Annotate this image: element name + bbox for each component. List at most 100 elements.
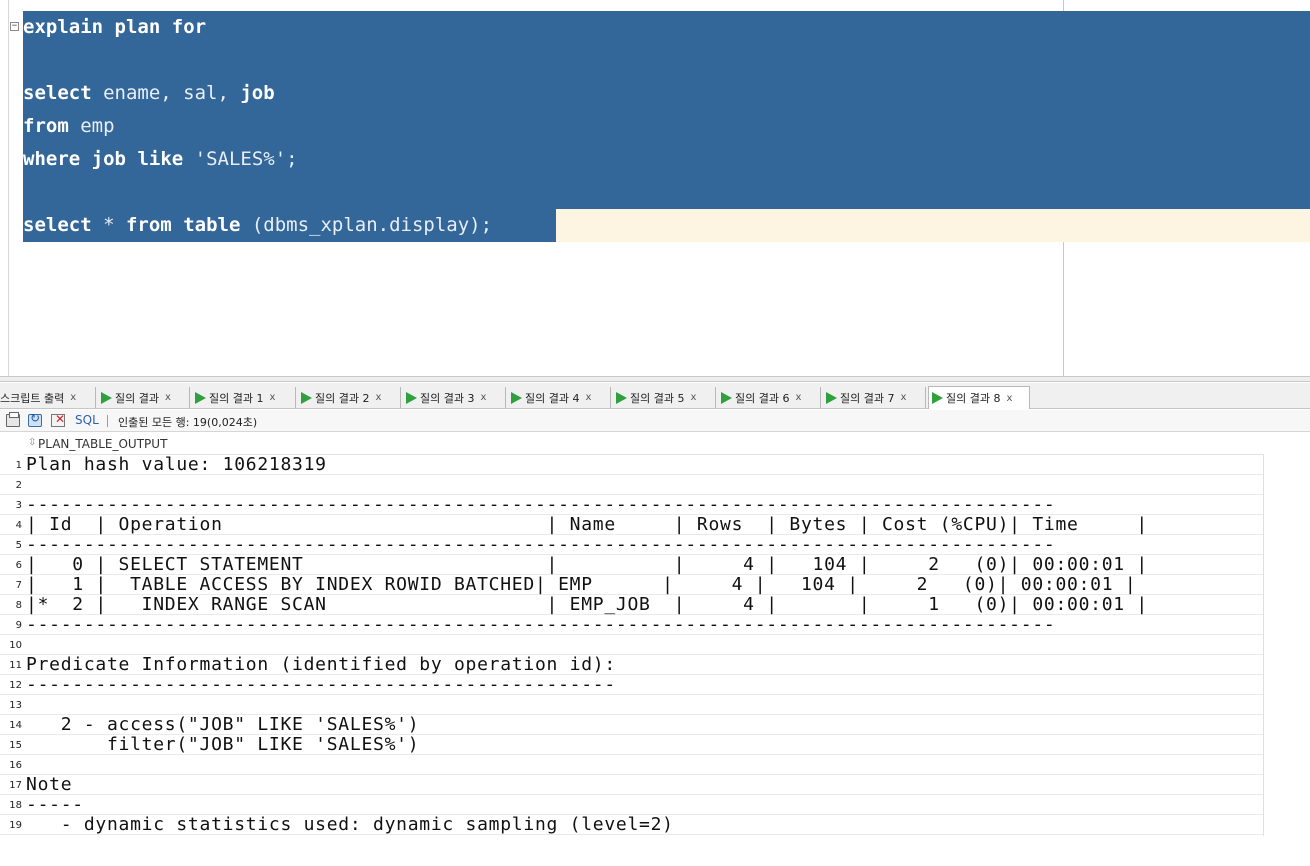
row-number: 8 xyxy=(15,600,22,611)
code-line[interactable]: from emp xyxy=(23,110,115,143)
table-row[interactable]: 14 2 - access("JOB" LIKE 'SALES%') xyxy=(0,715,1264,735)
plan-output-cell[interactable]: Plan hash value: 106218319 xyxy=(26,455,327,475)
run-result-icon xyxy=(301,391,312,404)
print-icon[interactable] xyxy=(6,412,20,427)
row-number: 17 xyxy=(9,780,22,791)
close-tab-icon[interactable]: x xyxy=(900,392,906,403)
close-tab-icon[interactable]: x xyxy=(70,392,76,403)
sql-keyword: job xyxy=(91,148,126,170)
plan-output-cell[interactable]: | Id | Operation | Name | Rows | Bytes |… xyxy=(26,515,1148,535)
sql-keyword: select xyxy=(23,214,92,236)
close-tab-icon[interactable]: x xyxy=(795,392,801,403)
result-tab-9[interactable]: 질의 결과 8 x xyxy=(928,386,1030,409)
run-result-icon xyxy=(932,392,943,404)
sort-icon[interactable]: ⇳ xyxy=(28,437,36,448)
table-row[interactable]: 8 |* 2 | INDEX RANGE SCAN | EMP_JOB | 4 |… xyxy=(0,595,1264,615)
column-header[interactable]: ⇳ PLAN_TABLE_OUTPUT xyxy=(24,435,1264,455)
close-tab-icon[interactable]: x xyxy=(269,392,275,403)
table-row[interactable]: 7 | 1 | TABLE ACCESS BY INDEX ROWID BATCH… xyxy=(0,575,1264,595)
plan-output-cell[interactable]: Note xyxy=(26,775,72,795)
row-number: 10 xyxy=(9,640,22,651)
grid-rows: 1 Plan hash value: 106218319 2 3 -----------… xyxy=(0,455,1264,835)
close-tab-icon[interactable]: x xyxy=(375,392,381,403)
tab-label: 질의 결과 2 xyxy=(315,391,370,405)
sql-button[interactable]: SQL xyxy=(75,413,99,427)
run-result-icon xyxy=(406,391,417,404)
table-row[interactable]: 13 xyxy=(0,695,1264,715)
table-row[interactable]: 5 ---------------------------------------… xyxy=(0,535,1264,555)
plan-output-cell[interactable]: ----------------------------------------… xyxy=(26,495,1055,515)
plan-output-cell[interactable]: ----------------------------------------… xyxy=(26,615,1055,635)
table-row[interactable]: 1 Plan hash value: 106218319 xyxy=(0,455,1264,475)
plan-output-cell[interactable]: | 0 | SELECT STATEMENT | | 4 | 104 | 2 (… xyxy=(26,555,1148,575)
close-tab-icon[interactable]: x xyxy=(480,392,486,403)
table-row[interactable]: 11 Predicate Information (identified by o… xyxy=(0,655,1264,675)
plan-output-cell[interactable]: 2 - access("JOB" LIKE 'SALES%') xyxy=(26,715,419,735)
result-tab-0[interactable]: 스크립트 출력 x xyxy=(0,387,96,408)
sql-keyword: from xyxy=(125,214,172,236)
sql-keyword: table xyxy=(183,214,241,236)
table-row[interactable]: 16 xyxy=(0,755,1264,775)
table-row[interactable]: 6 | 0 | SELECT STATEMENT | | 4 | 104 | 2 … xyxy=(0,555,1264,575)
refresh-icon[interactable] xyxy=(28,411,42,427)
plan-output-cell[interactable]: ----- xyxy=(26,795,84,815)
cancel-fetch-icon[interactable] xyxy=(51,412,65,427)
code-line[interactable]: select ename, sal, job xyxy=(23,77,275,110)
result-tab-4[interactable]: 질의 결과 3 x xyxy=(403,387,506,408)
result-tab-1[interactable]: 질의 결과 x xyxy=(98,387,190,408)
row-number: 7 xyxy=(15,580,22,591)
result-tab-3[interactable]: 질의 결과 2 x xyxy=(298,387,401,408)
code-line[interactable]: where job like 'SALES%'; xyxy=(23,143,298,176)
result-tab-6[interactable]: 질의 결과 5 x xyxy=(613,387,716,408)
table-row[interactable]: 4 | Id | Operation | Name | Rows | Bytes … xyxy=(0,515,1264,535)
table-row[interactable]: 10 xyxy=(0,635,1264,655)
table-row[interactable]: 2 xyxy=(0,475,1264,495)
close-tab-icon[interactable]: x xyxy=(165,392,171,403)
tab-label: 질의 결과 7 xyxy=(840,391,895,405)
table-row[interactable]: 15 filter("JOB" LIKE 'SALES%') xyxy=(0,735,1264,755)
plan-output-cell[interactable]: ----------------------------------------… xyxy=(26,675,616,695)
run-result-icon xyxy=(826,391,837,404)
close-tab-icon[interactable]: x xyxy=(585,392,591,403)
result-tab-2[interactable]: 질의 결과 1 x xyxy=(192,387,296,408)
row-number: 5 xyxy=(15,540,22,551)
grid-right-border xyxy=(1263,455,1264,836)
sql-keyword: plan xyxy=(114,16,161,38)
plan-output-cell[interactable]: | 1 | TABLE ACCESS BY INDEX ROWID BATCHE… xyxy=(26,575,1136,595)
run-result-icon xyxy=(101,391,112,404)
plan-output-cell[interactable]: ----------------------------------------… xyxy=(26,535,1055,555)
result-tab-7[interactable]: 질의 결과 6 x xyxy=(718,387,821,408)
result-tab-8[interactable]: 질의 결과 7 x xyxy=(823,387,926,408)
sql-worksheet-editor[interactable]: − explain plan for select ename, sal, job… xyxy=(0,0,1310,378)
row-number: 18 xyxy=(9,800,22,811)
tab-label: 질의 결과 6 xyxy=(735,391,790,405)
row-number: 19 xyxy=(9,820,22,831)
table-row[interactable]: 3 ---------------------------------------… xyxy=(0,495,1264,515)
code-line[interactable]: select * from table (dbms_xplan.display)… xyxy=(23,209,492,242)
plan-output-cell[interactable]: Predicate Information (identified by ope… xyxy=(26,655,616,675)
close-tab-icon[interactable]: x xyxy=(690,392,696,403)
table-row[interactable]: 9 ---------------------------------------… xyxy=(0,615,1264,635)
pane-splitter[interactable] xyxy=(0,376,1310,382)
table-row[interactable]: 12 --------------------------------------… xyxy=(0,675,1264,695)
plan-output-cell[interactable]: |* 2 | INDEX RANGE SCAN | EMP_JOB | 4 | … xyxy=(26,595,1148,615)
code-line[interactable]: explain plan for xyxy=(23,11,206,44)
table-row[interactable]: 17 Note xyxy=(0,775,1264,795)
run-result-icon xyxy=(511,391,522,404)
table-row[interactable]: 19 - dynamic statistics used: dynamic sa… xyxy=(0,815,1264,835)
row-number: 15 xyxy=(9,740,22,751)
plan-output-cell[interactable]: - dynamic statistics used: dynamic sampl… xyxy=(26,815,674,835)
sql-keyword: job xyxy=(240,82,275,104)
tab-label: 질의 결과 3 xyxy=(420,391,475,405)
row-number: 13 xyxy=(9,700,22,711)
result-tab-5[interactable]: 질의 결과 4 x xyxy=(508,387,611,408)
sql-keyword: explain xyxy=(23,16,104,38)
plan-output-cell[interactable]: filter("JOB" LIKE 'SALES%') xyxy=(26,735,419,755)
fold-collapse-icon[interactable]: − xyxy=(10,22,19,31)
close-tab-icon[interactable]: x xyxy=(1006,393,1012,404)
table-row[interactable]: 18 ----- xyxy=(0,795,1264,815)
